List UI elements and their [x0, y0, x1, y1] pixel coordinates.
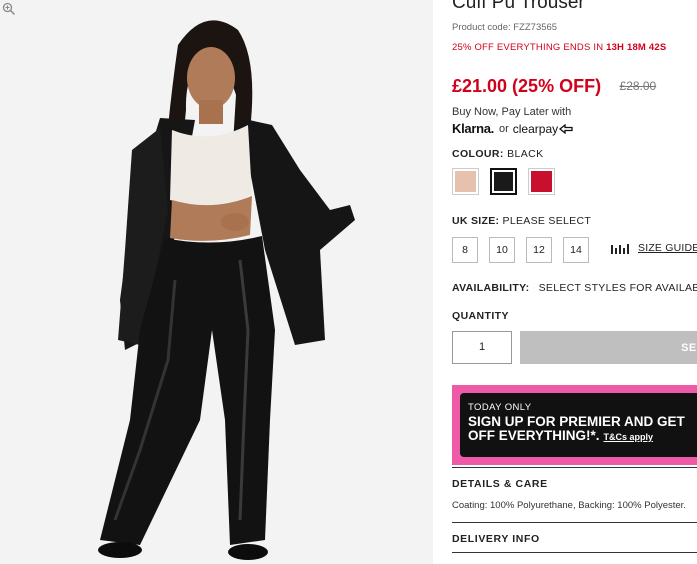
swatch-red[interactable]: [528, 168, 555, 195]
size-option-12[interactable]: 12: [526, 237, 552, 263]
product-photo: [0, 0, 433, 564]
premier-headline-2-text: OFF EVERYTHING!*.: [468, 428, 600, 443]
size-option-14[interactable]: 14: [563, 237, 589, 263]
zoom-icon[interactable]: [2, 2, 16, 16]
promo-text: 25% OFF EVERYTHING ENDS IN: [452, 42, 604, 53]
premier-headline-1: SIGN UP FOR PREMIER AND GET: [468, 414, 685, 429]
product-details: Cuff Pu Trouser Product code: FZZ73565 2…: [452, 0, 697, 564]
size-value: PLEASE SELECT: [502, 215, 592, 227]
select-size-button-label: SEL: [681, 341, 697, 354]
bnpl-providers: Klarna. or clearpay: [452, 121, 573, 136]
original-price: £28.00: [619, 79, 657, 93]
product-code: Product code: FZZ73565: [452, 22, 558, 33]
availability-label: AVAILABILITY:: [452, 282, 530, 294]
size-option-10[interactable]: 10: [489, 237, 515, 263]
size-label: UK SIZE: PLEASE SELECT: [452, 215, 591, 227]
clearpay-arrow-icon: [559, 123, 573, 134]
divider-bottom: [452, 552, 697, 553]
premier-today-only: TODAY ONLY: [468, 402, 532, 413]
details-care-heading[interactable]: DETAILS & CARE: [452, 478, 548, 490]
premier-tcs-link[interactable]: T&Cs apply: [604, 432, 654, 442]
clearpay-logo[interactable]: clearpay: [513, 122, 558, 136]
size-option-8[interactable]: 8: [452, 237, 478, 263]
details-care-text: Coating: 100% Polyurethane, Backing: 100…: [452, 500, 686, 511]
divider-delivery: [452, 522, 697, 523]
product-title: Cuff Pu Trouser: [452, 0, 585, 13]
size-label-key: UK SIZE:: [452, 215, 500, 227]
quantity-label: QUANTITY: [452, 310, 509, 322]
select-size-button[interactable]: SEL: [520, 331, 697, 364]
size-guide-link[interactable]: SIZE GUIDE: [610, 242, 697, 254]
swatch-black-fill: [494, 172, 513, 191]
swatch-nude-fill: [455, 171, 476, 192]
swatch-nude[interactable]: [452, 168, 479, 195]
ruler-icon: [611, 243, 629, 254]
quantity-input[interactable]: 1: [452, 331, 512, 364]
product-image[interactable]: [0, 0, 433, 564]
bnpl-label: Buy Now, Pay Later with: [452, 106, 572, 118]
colour-label: COLOUR: BLACK: [452, 148, 544, 160]
swatch-red-fill: [531, 171, 552, 192]
colour-label-key: COLOUR:: [452, 148, 504, 160]
bnpl-or: or: [498, 122, 509, 135]
price-row: £21.00 (25% OFF) £28.00: [452, 76, 656, 97]
size-options: 8 10 12 14: [452, 237, 589, 263]
size-guide-label[interactable]: SIZE GUIDE: [638, 242, 697, 254]
divider-details: [452, 467, 697, 468]
premier-headline-2: OFF EVERYTHING!*. T&Cs apply: [468, 429, 697, 444]
sale-price: £21.00 (25% OFF): [452, 76, 602, 96]
availability-value: SELECT STYLES FOR AVAILABILITY: [538, 282, 697, 294]
premier-banner-inner: TODAY ONLY SIGN UP FOR PREMIER AND GET O…: [460, 393, 697, 457]
promo-banner: 25% OFF EVERYTHING ENDS IN 13H 18M 42S: [452, 42, 666, 53]
premier-banner[interactable]: TODAY ONLY SIGN UP FOR PREMIER AND GET O…: [452, 385, 697, 465]
klarna-logo[interactable]: Klarna.: [452, 121, 494, 136]
colour-swatches: [452, 168, 555, 195]
swatch-black[interactable]: [490, 168, 517, 195]
promo-timer: 13H 18M 42S: [606, 42, 667, 53]
delivery-info-heading[interactable]: DELIVERY INFO: [452, 533, 540, 545]
availability: AVAILABILITY: SELECT STYLES FOR AVAILABI…: [452, 282, 697, 294]
colour-value: BLACK: [507, 148, 544, 160]
